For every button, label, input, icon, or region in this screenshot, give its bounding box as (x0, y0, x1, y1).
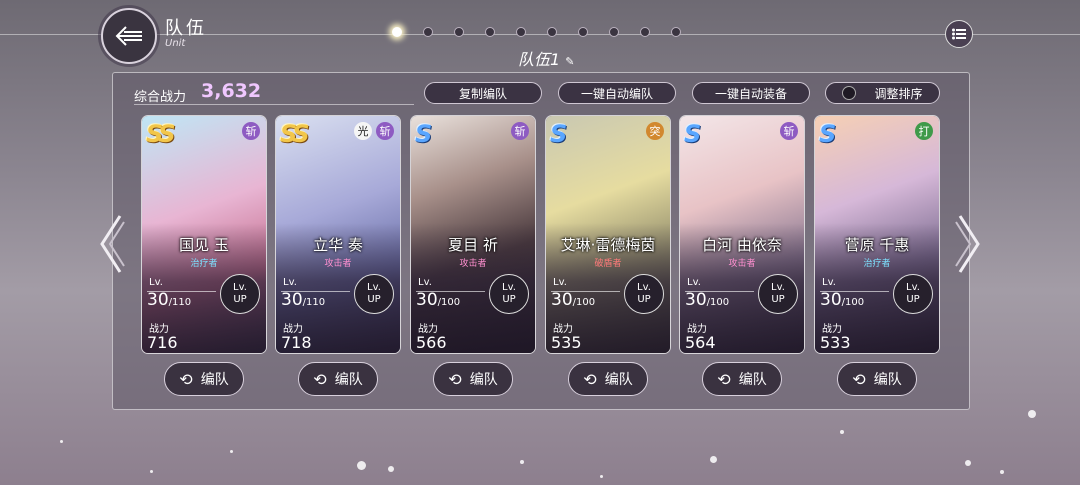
auto-equip-button[interactable]: 一键自动装备 (692, 82, 810, 104)
auto-form-button[interactable]: 一键自动编队 (558, 82, 676, 104)
character-name: 艾琳·雷德梅茵 (560, 236, 656, 254)
level-value: 30/100 (685, 290, 730, 310)
swap-cycle-icon: ⟲ (583, 369, 597, 389)
character-name: 夏目 祈 (448, 236, 498, 254)
edit-formation-button[interactable]: ⟲ 编队 (164, 362, 244, 396)
character-name: 白河 由依奈 (702, 236, 782, 254)
pager-dot[interactable] (578, 27, 588, 37)
rank-badge: S (415, 120, 432, 148)
attribute-badge: 斩 (376, 122, 394, 140)
pager-dot[interactable] (609, 27, 619, 37)
page-title: 队伍 (165, 18, 207, 39)
chevron-right-icon[interactable] (954, 212, 984, 276)
level-up-button[interactable]: Lv. UP (893, 274, 933, 314)
character-card[interactable]: S 斩 夏目 祈 攻击者 Lv. 30/100 Lv. UP 战力 566 (410, 115, 536, 354)
pager-dot[interactable] (547, 27, 557, 37)
swap-cycle-icon: ⟲ (313, 369, 327, 389)
pager-dot[interactable] (671, 27, 681, 37)
power-value: 533 (820, 333, 851, 352)
sort-toggle[interactable]: 调整排序 (825, 82, 940, 104)
edit-formation-button[interactable]: ⟲ 编队 (433, 362, 513, 396)
team-name-text: 队伍1 (518, 50, 561, 69)
level-up-button[interactable]: Lv. UP (624, 274, 664, 314)
pager-dot[interactable] (392, 27, 402, 37)
pager-dot[interactable] (423, 27, 433, 37)
level-value: 30/100 (416, 290, 461, 310)
level-value: 30/100 (820, 290, 865, 310)
attribute-badge: 突 (646, 122, 664, 140)
attribute-badge: 斩 (242, 122, 260, 140)
character-name: 国见 玉 (179, 236, 229, 254)
level-label: Lv. (553, 277, 567, 288)
edit-formation-button[interactable]: ⟲ 编队 (702, 362, 782, 396)
character-card[interactable]: SS 光 斩 立华 奏 攻击者 Lv. 30/110 Lv. UP 战力 718 (275, 115, 401, 354)
level-label: Lv. (149, 277, 163, 288)
rank-badge: S (550, 120, 567, 148)
character-role: 治疗者 (190, 259, 218, 269)
swap-cycle-icon: ⟲ (448, 369, 462, 389)
chevron-left-icon[interactable] (96, 212, 126, 276)
rank-badge: S (819, 120, 836, 148)
copy-team-button[interactable]: 复制编队 (424, 82, 542, 104)
toggle-indicator (842, 86, 857, 100)
rank-badge: SS (146, 120, 176, 148)
character-card[interactable]: SS 斩 国见 玉 治疗者 Lv. 30/110 Lv. UP 战力 716 (141, 115, 267, 354)
character-role: 攻击者 (324, 259, 352, 269)
sort-toggle-label: 调整排序 (874, 86, 923, 101)
level-value: 30/110 (147, 290, 192, 310)
list-menu-icon (952, 28, 966, 40)
menu-button[interactable] (945, 20, 973, 48)
pager-dot[interactable] (516, 27, 526, 37)
level-value: 30/110 (281, 290, 326, 310)
swap-cycle-icon: ⟲ (852, 369, 866, 389)
edit-formation-button[interactable]: ⟲ 编队 (568, 362, 648, 396)
level-up-button[interactable]: Lv. UP (354, 274, 394, 314)
attribute-badge: 打 (915, 122, 933, 140)
character-name: 立华 奏 (313, 236, 363, 254)
edit-formation-button[interactable]: ⟲ 编队 (298, 362, 378, 396)
level-label: Lv. (687, 277, 701, 288)
level-up-button[interactable]: Lv. UP (220, 274, 260, 314)
level-label: Lv. (283, 277, 297, 288)
character-card[interactable]: S 突 艾琳·雷德梅茵 破盾者 Lv. 30/100 Lv. UP 战力 535 (545, 115, 671, 354)
team-pager (392, 27, 702, 37)
rank-badge: S (684, 120, 701, 148)
total-power-value: 3,632 (201, 80, 262, 102)
page-subtitle: Unit (165, 38, 186, 49)
attribute-badge: 斩 (511, 122, 529, 140)
power-value: 535 (551, 333, 582, 352)
swap-cycle-icon: ⟲ (717, 369, 731, 389)
back-button[interactable] (101, 8, 157, 64)
character-card[interactable]: S 打 菅原 千惠 治疗者 Lv. 30/100 Lv. UP 战力 533 (814, 115, 940, 354)
character-role: 治疗者 (863, 259, 891, 269)
pager-dot[interactable] (454, 27, 464, 37)
level-label: Lv. (822, 277, 836, 288)
pager-dot[interactable] (640, 27, 650, 37)
team-name[interactable]: 队伍1 ✎ (518, 46, 575, 70)
total-power-label: 综合战力 (134, 90, 187, 105)
power-value: 566 (416, 333, 447, 352)
pager-dot[interactable] (485, 27, 495, 37)
character-role: 破盾者 (594, 259, 622, 269)
character-card[interactable]: S 斩 白河 由依奈 攻击者 Lv. 30/100 Lv. UP 战力 564 (679, 115, 805, 354)
arrow-left-icon (115, 26, 142, 46)
attribute-badge: 光 (354, 122, 372, 140)
power-value: 716 (147, 333, 178, 352)
power-underline (134, 104, 414, 105)
character-role: 攻击者 (728, 259, 756, 269)
swap-cycle-icon: ⟲ (179, 369, 193, 389)
character-name: 菅原 千惠 (844, 236, 910, 254)
power-value: 564 (685, 333, 716, 352)
level-value: 30/100 (551, 290, 596, 310)
character-role: 攻击者 (459, 259, 487, 269)
attribute-badge: 斩 (780, 122, 798, 140)
level-label: Lv. (418, 277, 432, 288)
power-value: 718 (281, 333, 312, 352)
rank-badge: SS (280, 120, 310, 148)
level-up-button[interactable]: Lv. UP (489, 274, 529, 314)
pencil-icon: ✎ (565, 55, 575, 68)
edit-formation-button[interactable]: ⟲ 编队 (837, 362, 917, 396)
level-up-button[interactable]: Lv. UP (758, 274, 798, 314)
